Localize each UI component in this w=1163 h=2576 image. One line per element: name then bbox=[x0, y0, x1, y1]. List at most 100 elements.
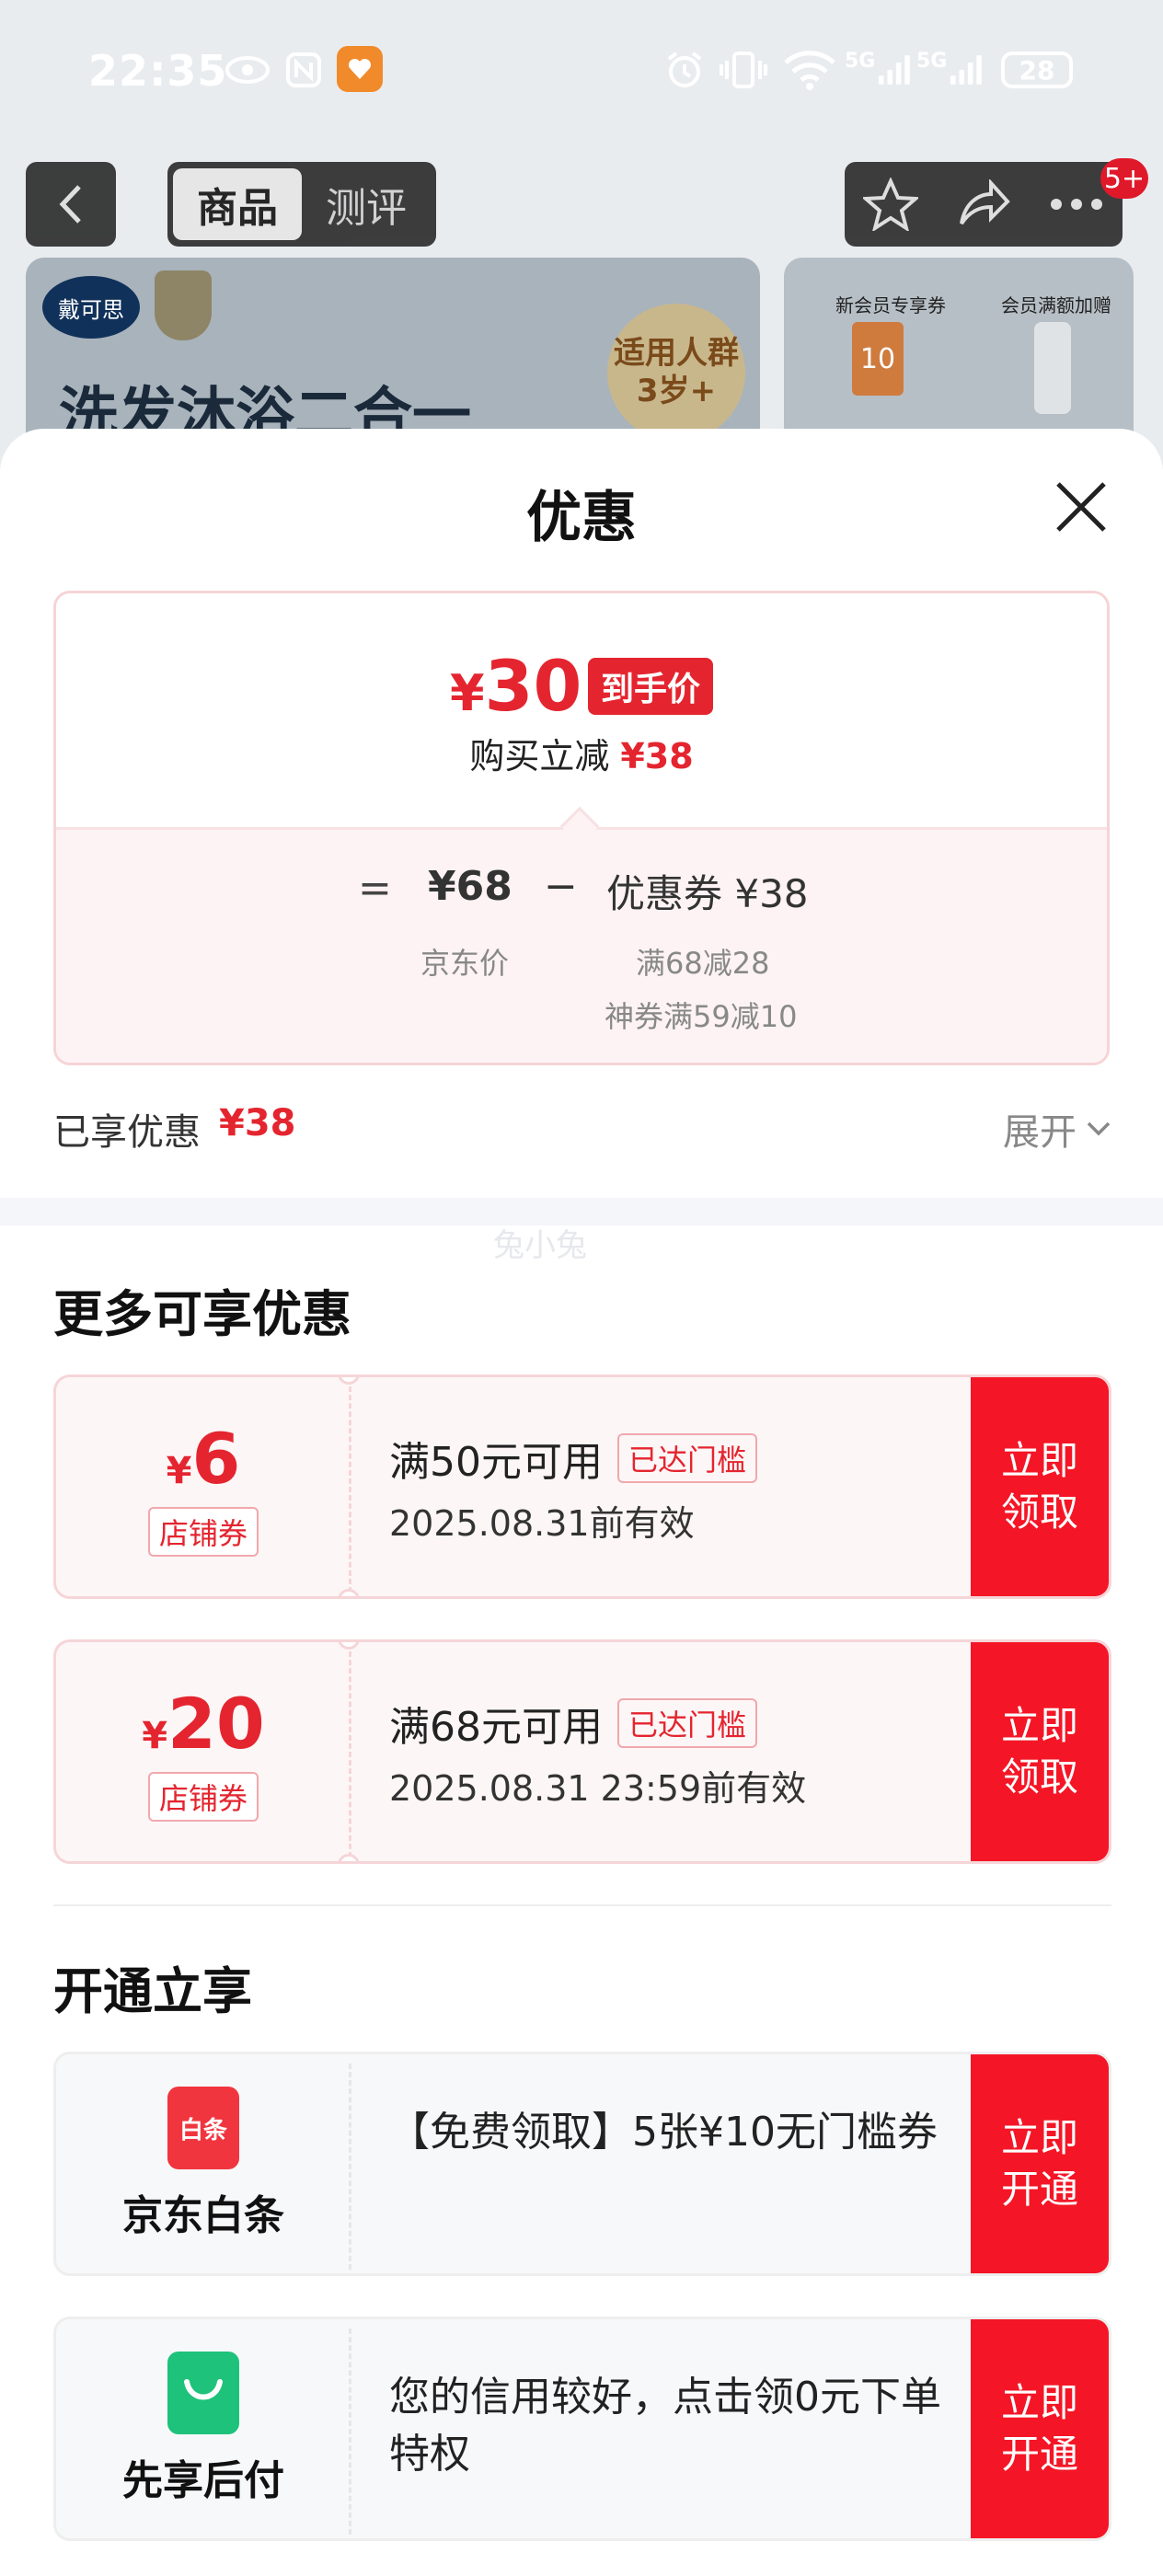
currency-symbol: ¥ bbox=[166, 1449, 192, 1492]
coupon-condition-row: 满68元可用 已达门槛 bbox=[389, 1694, 969, 1753]
back-button[interactable] bbox=[26, 162, 116, 247]
expand-button[interactable]: 展开 bbox=[1003, 1102, 1111, 1156]
currency-symbol: ¥ bbox=[450, 664, 485, 722]
enjoyed-value: ¥38 bbox=[219, 1102, 296, 1144]
member-gift-label: 会员满额加赠 bbox=[1001, 294, 1111, 316]
gift-product-image bbox=[1034, 322, 1071, 414]
coupon-detail-1: 满68减28 bbox=[636, 946, 770, 981]
coupon-notch bbox=[338, 1589, 360, 1596]
status-bar: 22:35 5G 5G 28 bbox=[0, 37, 1163, 110]
final-price: ¥ 30 bbox=[450, 645, 582, 727]
cellular-signal-icon: 5G bbox=[845, 50, 911, 90]
coupon-detail-2: 神券满59减10 bbox=[605, 999, 798, 1034]
sheet-title: 优惠 bbox=[526, 486, 637, 550]
price-calculation: = ¥68 − 优惠券 ¥38 京东价 满68减28 神券满59减10 bbox=[56, 827, 1107, 1063]
price-summary: ¥ 30 到手价 购买立减 ¥38 bbox=[56, 593, 1107, 827]
jd-price-value: ¥68 bbox=[428, 863, 512, 910]
service-description: 您的信用较好，点击领0元下单特权 bbox=[389, 2374, 941, 2478]
coupon-card: ¥ 20 店铺券 满68元可用 已达门槛 2025.08.31 23:59前有效… bbox=[53, 1639, 1111, 1864]
brand-logo: 戴可思 bbox=[42, 276, 140, 339]
coupon-amount-value: 6 bbox=[191, 1417, 241, 1500]
certification-seal bbox=[155, 270, 212, 340]
wifi-icon bbox=[780, 50, 839, 90]
coupon-validity: 2025.08.31前有效 bbox=[389, 1503, 695, 1544]
smile-icon bbox=[184, 2379, 223, 2400]
tab-review[interactable]: 测评 bbox=[302, 168, 431, 240]
service-card-paylater: 先享后付 您的信用较好，点击领0元下单特权 立即 开通 bbox=[53, 2317, 1111, 2541]
open-service-button[interactable]: 立即 开通 bbox=[971, 2319, 1109, 2538]
jd-price-label: 京东价 bbox=[420, 946, 510, 981]
background-product-page: 22:35 5G 5G 28 商品 测评 5+ 戴可思 洗发沐浴二合一 适用人群… bbox=[0, 0, 1163, 497]
service-description: 【免费领取】5张¥10无门槛券 bbox=[389, 2109, 938, 2156]
coupon-amount-value: 20 bbox=[167, 1682, 265, 1765]
claim-coupon-button[interactable]: 立即 领取 bbox=[971, 1642, 1109, 1861]
battery-icon: 28 bbox=[996, 50, 1078, 90]
discount-sheet: 优惠 ¥ 30 到手价 购买立减 ¥38 = ¥68 − 优惠券 ¥38 京东价 … bbox=[0, 429, 1163, 2576]
open-button-label: 立即 开通 bbox=[1000, 2115, 1078, 2212]
coupon-value-area: ¥ 6 店铺券 bbox=[56, 1377, 351, 1596]
star-icon[interactable] bbox=[863, 178, 919, 231]
coupon-type: 店铺券 bbox=[147, 1506, 259, 1557]
cellular-signal-icon: 5G bbox=[916, 50, 983, 90]
member-coupon-label: 新会员专享券 bbox=[835, 294, 946, 316]
nfc-icon bbox=[283, 50, 324, 90]
coupon-type: 店铺券 bbox=[147, 1771, 259, 1822]
threshold-reached-tag: 已达门槛 bbox=[617, 1433, 758, 1483]
service-brand-area: 白条 京东白条 bbox=[56, 2054, 351, 2273]
age-badge-line1: 适用人群 bbox=[614, 335, 739, 373]
message-badge: 5+ bbox=[1100, 158, 1148, 199]
divider-line bbox=[53, 1904, 1111, 1906]
open-button-label: 立即 开通 bbox=[1000, 2380, 1078, 2477]
claim-button-label: 立即 领取 bbox=[1000, 1438, 1078, 1535]
alarm-icon bbox=[662, 50, 707, 90]
claim-coupon-button[interactable]: 立即 领取 bbox=[971, 1377, 1109, 1596]
open-service-button[interactable]: 立即 开通 bbox=[971, 2054, 1109, 2273]
age-badge: 适用人群 3岁+ bbox=[607, 304, 745, 442]
coupon-total: 优惠券 ¥38 bbox=[606, 871, 809, 916]
equals-sign: = bbox=[358, 865, 392, 912]
baitiao-icon-text: 白条 bbox=[178, 2116, 227, 2145]
status-time: 22:35 bbox=[88, 46, 228, 96]
share-icon[interactable] bbox=[956, 179, 1011, 229]
shopping-bag-icon bbox=[167, 2352, 239, 2434]
final-price-tag: 到手价 bbox=[588, 658, 714, 715]
coupon-condition: 满50元可用 bbox=[389, 1439, 603, 1486]
coupon-separator bbox=[349, 1651, 351, 1857]
tab-product[interactable]: 商品 bbox=[173, 168, 302, 240]
threshold-reached-tag: 已达门槛 bbox=[617, 1698, 758, 1748]
signal-label: 5G bbox=[845, 50, 876, 73]
age-badge-line2: 3岁+ bbox=[636, 373, 717, 409]
coupon-value-area: ¥ 20 店铺券 bbox=[56, 1642, 351, 1861]
eye-icon bbox=[223, 50, 272, 90]
coupon-amount: ¥ 6 bbox=[167, 1418, 241, 1500]
coupon-details: 满68元可用 已达门槛 2025.08.31 23:59前有效 bbox=[389, 1694, 969, 1811]
vibrate-icon bbox=[718, 50, 769, 90]
claim-button-label: 立即 领取 bbox=[1000, 1703, 1078, 1800]
signal-label: 5G bbox=[916, 50, 948, 73]
coupon-validity: 2025.08.31 23:59前有效 bbox=[389, 1768, 807, 1809]
more-icon[interactable] bbox=[1049, 198, 1104, 211]
instant-discount-value: ¥38 bbox=[620, 736, 694, 776]
coupon-amount: ¥ 20 bbox=[142, 1683, 265, 1765]
close-button[interactable] bbox=[1049, 475, 1113, 539]
service-brand-area: 先享后付 bbox=[56, 2319, 351, 2538]
app-notification-icon bbox=[337, 46, 383, 92]
currency-symbol: ¥ bbox=[142, 1714, 168, 1757]
service-separator bbox=[349, 2064, 351, 2270]
coupon-details: 满50元可用 已达门槛 2025.08.31前有效 bbox=[389, 1429, 969, 1546]
chevron-down-icon bbox=[1087, 1121, 1111, 1136]
chevron-left-icon bbox=[59, 185, 81, 224]
instant-discount-row: 购买立减 ¥38 bbox=[56, 728, 1107, 778]
coupon-card: ¥ 6 店铺券 满50元可用 已达门槛 2025.08.31前有效 立即 领取 bbox=[53, 1374, 1111, 1599]
enjoyed-discount-row: 已享优惠 ¥38 展开 bbox=[53, 1097, 1111, 1154]
expand-label: 展开 bbox=[1003, 1111, 1077, 1154]
service-name: 京东白条 bbox=[122, 2192, 284, 2239]
product-nav-bar: 商品 测评 bbox=[0, 158, 1163, 250]
service-separator bbox=[349, 2329, 351, 2535]
service-card-baitiao: 白条 京东白条 【免费领取】5张¥10无门槛券 立即 开通 bbox=[53, 2052, 1111, 2276]
battery-level: 28 bbox=[1001, 52, 1073, 88]
coupon-notch bbox=[338, 1854, 360, 1861]
coupon-condition-row: 满50元可用 已达门槛 bbox=[389, 1429, 969, 1488]
nav-actions bbox=[845, 162, 1123, 247]
baitiao-icon: 白条 bbox=[167, 2087, 239, 2169]
